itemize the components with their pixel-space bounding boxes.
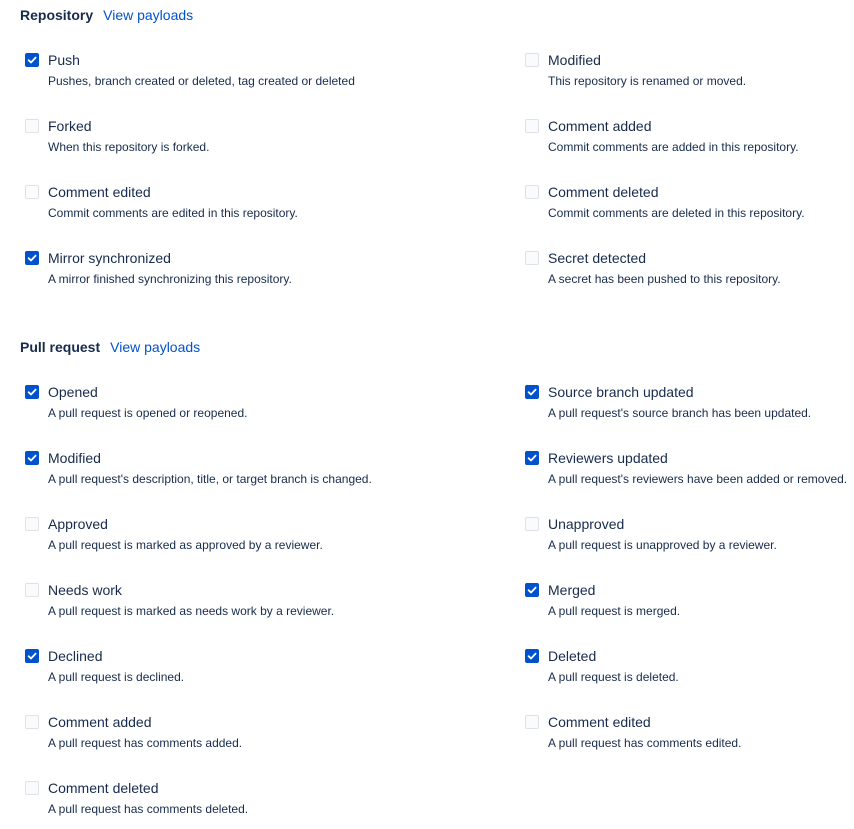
- event-label: Source branch updated: [548, 384, 694, 400]
- deleted-checkbox[interactable]: [525, 649, 539, 663]
- event-description: Commit comments are added in this reposi…: [548, 140, 799, 154]
- event-description: A pull request's reviewers have been add…: [548, 472, 848, 486]
- event-label: Push: [48, 52, 80, 68]
- repository-section-header: Repository View payloads: [20, 7, 193, 23]
- event-description: A pull request's source branch has been …: [548, 406, 812, 420]
- event-description: When this repository is forked.: [48, 140, 210, 154]
- event-label: Modified: [548, 52, 601, 68]
- event-description: A pull request's description, title, or …: [48, 472, 372, 486]
- event-label: Unapproved: [548, 516, 625, 532]
- event-label: Comment edited: [548, 714, 651, 730]
- event-label: Approved: [48, 516, 108, 532]
- event-label: Comment added: [48, 714, 152, 730]
- comment-deleted-checkbox[interactable]: [525, 185, 539, 199]
- mirror-synchronized-checkbox[interactable]: [25, 251, 39, 265]
- event-label: Secret detected: [548, 250, 647, 266]
- event-label: Comment edited: [48, 184, 151, 200]
- unapproved-checkbox[interactable]: [525, 517, 539, 531]
- checkmark-icon: [27, 652, 37, 660]
- checkmark-icon: [527, 652, 537, 660]
- modified-checkbox[interactable]: [525, 53, 539, 67]
- pull-request-section-header: Pull request View payloads: [20, 339, 200, 355]
- comment-added-checkbox[interactable]: [525, 119, 539, 133]
- event-description: This repository is renamed or moved.: [548, 74, 747, 88]
- event-description: A pull request is declined.: [48, 670, 185, 684]
- event-description: A pull request has comments added.: [48, 736, 243, 750]
- event-label: Opened: [48, 384, 98, 400]
- event-description: A pull request is merged.: [548, 604, 681, 618]
- event-description: A pull request has comments deleted.: [48, 802, 249, 816]
- event-label: Needs work: [48, 582, 122, 598]
- comment-edited-checkbox[interactable]: [525, 715, 539, 729]
- event-description: A pull request has comments edited.: [548, 736, 742, 750]
- checkmark-icon: [527, 454, 537, 462]
- event-label: Forked: [48, 118, 92, 134]
- declined-checkbox[interactable]: [25, 649, 39, 663]
- repository-section-title: Repository: [20, 7, 94, 23]
- checkmark-icon: [27, 388, 37, 396]
- checkmark-icon: [27, 56, 37, 64]
- modified-checkbox[interactable]: [25, 451, 39, 465]
- event-label: Mirror synchronized: [48, 250, 171, 266]
- push-checkbox[interactable]: [25, 53, 39, 67]
- checkmark-icon: [527, 586, 537, 594]
- event-label: Deleted: [548, 648, 597, 664]
- source-branch-updated-checkbox[interactable]: [525, 385, 539, 399]
- checkmark-icon: [27, 454, 37, 462]
- comment-deleted-checkbox[interactable]: [25, 781, 39, 795]
- event-label: Comment added: [548, 118, 652, 134]
- event-description: Pushes, branch created or deleted, tag c…: [48, 74, 355, 88]
- event-description: A pull request is marked as approved by …: [48, 538, 323, 552]
- event-description: A pull request is marked as needs work b…: [48, 604, 335, 618]
- checkmark-icon: [527, 388, 537, 396]
- comment-edited-checkbox[interactable]: [25, 185, 39, 199]
- event-description: A pull request is deleted.: [548, 670, 679, 684]
- event-label: Comment deleted: [48, 780, 159, 796]
- opened-checkbox[interactable]: [25, 385, 39, 399]
- event-label: Declined: [48, 648, 103, 664]
- pull-request-view-payloads-link[interactable]: View payloads: [110, 339, 200, 355]
- event-description: A pull request is opened or reopened.: [48, 406, 248, 420]
- event-description: Commit comments are deleted in this repo…: [548, 206, 805, 220]
- event-label: Reviewers updated: [548, 450, 668, 466]
- checkmark-icon: [27, 254, 37, 262]
- approved-checkbox[interactable]: [25, 517, 39, 531]
- pull-request-section-title: Pull request: [20, 339, 101, 355]
- event-label: Modified: [48, 450, 101, 466]
- event-description: A pull request is unapproved by a review…: [548, 538, 777, 552]
- event-label: Merged: [548, 582, 596, 598]
- event-description: Commit comments are edited in this repos…: [48, 206, 298, 220]
- secret-detected-checkbox[interactable]: [525, 251, 539, 265]
- repository-view-payloads-link[interactable]: View payloads: [103, 7, 193, 23]
- event-description: A secret has been pushed to this reposit…: [548, 272, 781, 286]
- comment-added-checkbox[interactable]: [25, 715, 39, 729]
- event-label: Comment deleted: [548, 184, 659, 200]
- event-description: A mirror finished synchronizing this rep…: [48, 272, 292, 286]
- merged-checkbox[interactable]: [525, 583, 539, 597]
- needs-work-checkbox[interactable]: [25, 583, 39, 597]
- reviewers-updated-checkbox[interactable]: [525, 451, 539, 465]
- forked-checkbox[interactable]: [25, 119, 39, 133]
